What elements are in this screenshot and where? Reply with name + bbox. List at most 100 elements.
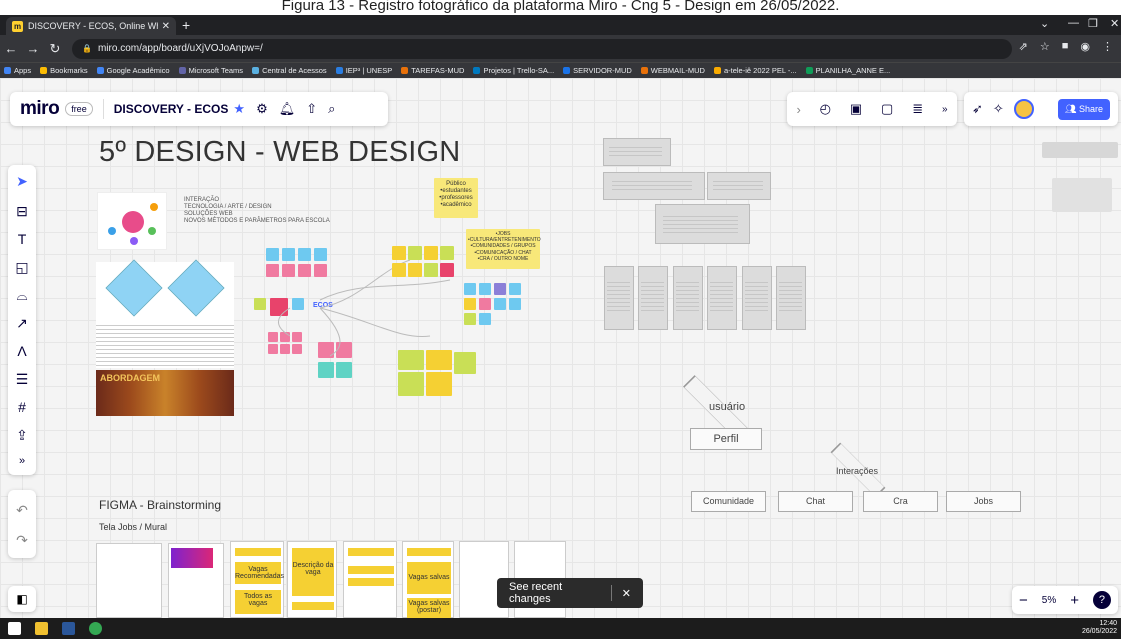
search-icon[interactable]: ⌕ — [328, 101, 335, 117]
jobs-box[interactable]: Jobs — [946, 491, 1021, 512]
plan-badge[interactable]: free — [65, 102, 93, 116]
zoom-in-icon[interactable]: + — [1070, 592, 1079, 609]
bookmark-item[interactable]: WEBMAIL-MUD — [640, 66, 705, 75]
bookmark-item[interactable]: a-tele-iê 2022 PEL -... — [713, 66, 797, 75]
bookmark-item[interactable]: Bookmarks — [40, 66, 88, 75]
figma-frame[interactable] — [168, 543, 224, 618]
sticky-note[interactable] — [464, 298, 476, 310]
bookmark-item[interactable]: Central de Acessos — [252, 66, 327, 75]
select-cursor-icon[interactable]: ➤ — [8, 173, 36, 190]
more-tools-icon[interactable]: » — [8, 455, 36, 467]
figma-frame[interactable]: Descrição da vaga — [287, 541, 337, 618]
redo-icon[interactable]: ↷ — [8, 532, 36, 549]
zoom-out-icon[interactable]: − — [1019, 592, 1028, 609]
sticky-note[interactable] — [479, 283, 491, 295]
bookmark-star-icon[interactable]: ☆ — [1040, 40, 1050, 53]
comunidade-box[interactable]: Comunidade — [691, 491, 766, 512]
chat-box[interactable]: Chat — [778, 491, 853, 512]
side-note[interactable] — [1052, 178, 1112, 212]
pen-icon[interactable]: Λ — [8, 343, 36, 359]
whiteboard-photo[interactable] — [707, 266, 737, 330]
sticky-note-icon[interactable]: ◱ — [8, 259, 36, 276]
cra-box[interactable]: Cra — [863, 491, 938, 512]
new-tab-icon[interactable]: + — [182, 17, 190, 33]
bookmark-item[interactable]: Apps — [4, 66, 31, 75]
bookmark-item[interactable]: Projetos | Trello-SA... — [473, 66, 554, 75]
sticky-note[interactable] — [494, 283, 506, 295]
share-button[interactable]: 👥︎ Share — [1058, 98, 1110, 120]
perfil-box[interactable]: Perfil — [690, 428, 762, 450]
bookmark-item[interactable]: IEP³ | UNESP — [335, 66, 392, 75]
url-bar[interactable]: 🔒 miro.com/app/board/uXjVOJoAnpw=/ — [72, 38, 1012, 59]
restore-icon[interactable]: ❐ — [1088, 17, 1098, 30]
file-explorer-icon[interactable] — [35, 622, 48, 635]
sticky-note[interactable] — [392, 246, 406, 260]
figma-frame[interactable]: Vagas Recomendadas Todos as vagas — [230, 541, 284, 618]
browser-tab[interactable]: m DISCOVERY - ECOS, Online Whit ✕ — [6, 17, 176, 35]
miro-logo[interactable]: miro — [20, 98, 60, 120]
cursor-icon[interactable]: ➶ — [972, 101, 983, 117]
whiteboard-photo[interactable] — [655, 204, 750, 244]
undo-icon[interactable]: ↶ — [8, 502, 36, 519]
sticky-note[interactable] — [398, 372, 424, 396]
whiteboard-photo[interactable] — [776, 266, 806, 330]
sticky-note[interactable] — [408, 263, 422, 277]
zoom-level[interactable]: 5% — [1042, 595, 1056, 606]
whiteboard-photo[interactable] — [638, 266, 668, 330]
chevron-down-icon[interactable]: ⌄ — [1040, 17, 1049, 30]
frame-grid-icon[interactable]: # — [8, 399, 36, 415]
chrome-icon[interactable] — [89, 622, 102, 635]
minimize-icon[interactable]: — — [1068, 17, 1079, 29]
whiteboard-photo[interactable] — [603, 138, 671, 166]
notes-icon[interactable]: ≣ — [912, 101, 923, 117]
comment-icon[interactable]: ▢ — [881, 101, 893, 117]
recent-changes-link[interactable]: See recent changes — [509, 581, 601, 605]
upload-icon[interactable]: ⇪ — [8, 427, 36, 444]
sticky-note[interactable] — [426, 372, 452, 396]
forward-icon[interactable]: → — [22, 41, 44, 56]
frames-panel-icon[interactable]: ◧ — [8, 586, 36, 612]
reload-icon[interactable]: ↻ — [44, 41, 66, 57]
help-icon[interactable]: ? — [1092, 591, 1111, 609]
sticky-note[interactable] — [424, 263, 438, 277]
sticky-note[interactable] — [509, 283, 521, 295]
word-icon[interactable] — [62, 622, 75, 635]
upload-icon[interactable]: ⇧ — [306, 101, 317, 117]
bookmark-item[interactable]: PLANILHA_ANNE E... — [805, 66, 890, 75]
whiteboard-photo[interactable] — [604, 266, 634, 330]
side-note[interactable] — [1042, 142, 1118, 158]
sticky-note[interactable] — [424, 246, 438, 260]
whiteboard-photo[interactable] — [603, 172, 705, 200]
frame-icon[interactable]: ▣ — [850, 101, 862, 117]
whiteboard-photo[interactable] — [707, 172, 771, 200]
avatar[interactable] — [1013, 99, 1034, 119]
close-tab-icon[interactable]: ✕ — [162, 21, 170, 32]
star-icon[interactable]: ★ — [233, 101, 245, 117]
close-window-icon[interactable]: ✕ — [1110, 17, 1119, 30]
bookmark-item[interactable]: Microsoft Teams — [178, 66, 243, 75]
board-name[interactable]: DISCOVERY - ECOS — [114, 102, 229, 116]
share-page-icon[interactable]: ⇗ — [1019, 40, 1028, 53]
sticky-note[interactable] — [509, 298, 521, 310]
figma-frame[interactable] — [96, 543, 162, 618]
jobs-sticky[interactable]: •JOBS •CULTURA/ENTRETENIMENTO •COMUNIDAD… — [466, 229, 541, 269]
template-icon[interactable]: ⊟ — [8, 203, 36, 220]
close-icon[interactable]: ✕ — [622, 587, 631, 600]
connector-icon[interactable]: ↗ — [8, 315, 36, 332]
windows-start-icon[interactable] — [8, 622, 21, 635]
whiteboard-photo[interactable] — [742, 266, 772, 330]
bell-icon[interactable]: 🔔︎ — [279, 101, 296, 117]
sticky-note[interactable] — [440, 263, 454, 277]
back-icon[interactable]: ← — [0, 41, 22, 56]
sticky-note[interactable] — [494, 298, 506, 310]
sticky-note[interactable] — [408, 246, 422, 260]
shapes-icon[interactable]: ⌓ — [8, 287, 36, 304]
sticky-note[interactable] — [392, 263, 406, 277]
figma-frame[interactable]: Vagas salvas Vagas salvas (postar) — [402, 541, 454, 618]
sticky-note[interactable] — [440, 246, 454, 260]
sticky-note[interactable] — [426, 350, 452, 370]
sticky-note[interactable] — [464, 313, 476, 325]
reactions-icon[interactable]: ✧ — [993, 101, 1004, 117]
sticky-note[interactable] — [398, 350, 424, 370]
sticky-note[interactable] — [464, 283, 476, 295]
